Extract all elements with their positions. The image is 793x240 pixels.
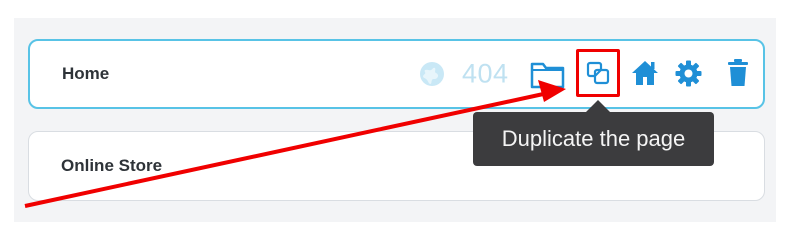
tooltip: Duplicate the page [473, 112, 714, 166]
trash-icon[interactable] [727, 59, 749, 87]
page-row-home[interactable]: Home 404 [28, 39, 765, 109]
page-label: Online Store [61, 156, 163, 175]
home-icon[interactable] [630, 58, 660, 88]
duplicate-icon[interactable] [585, 60, 611, 86]
duplicate-button-highlight[interactable] [576, 49, 620, 97]
tooltip-tail [586, 100, 610, 112]
folder-icon[interactable] [530, 58, 566, 90]
gear-icon[interactable] [675, 60, 702, 87]
page-label: Home [62, 64, 110, 83]
status-code: 404 [462, 58, 509, 89]
globe-icon [420, 62, 444, 86]
